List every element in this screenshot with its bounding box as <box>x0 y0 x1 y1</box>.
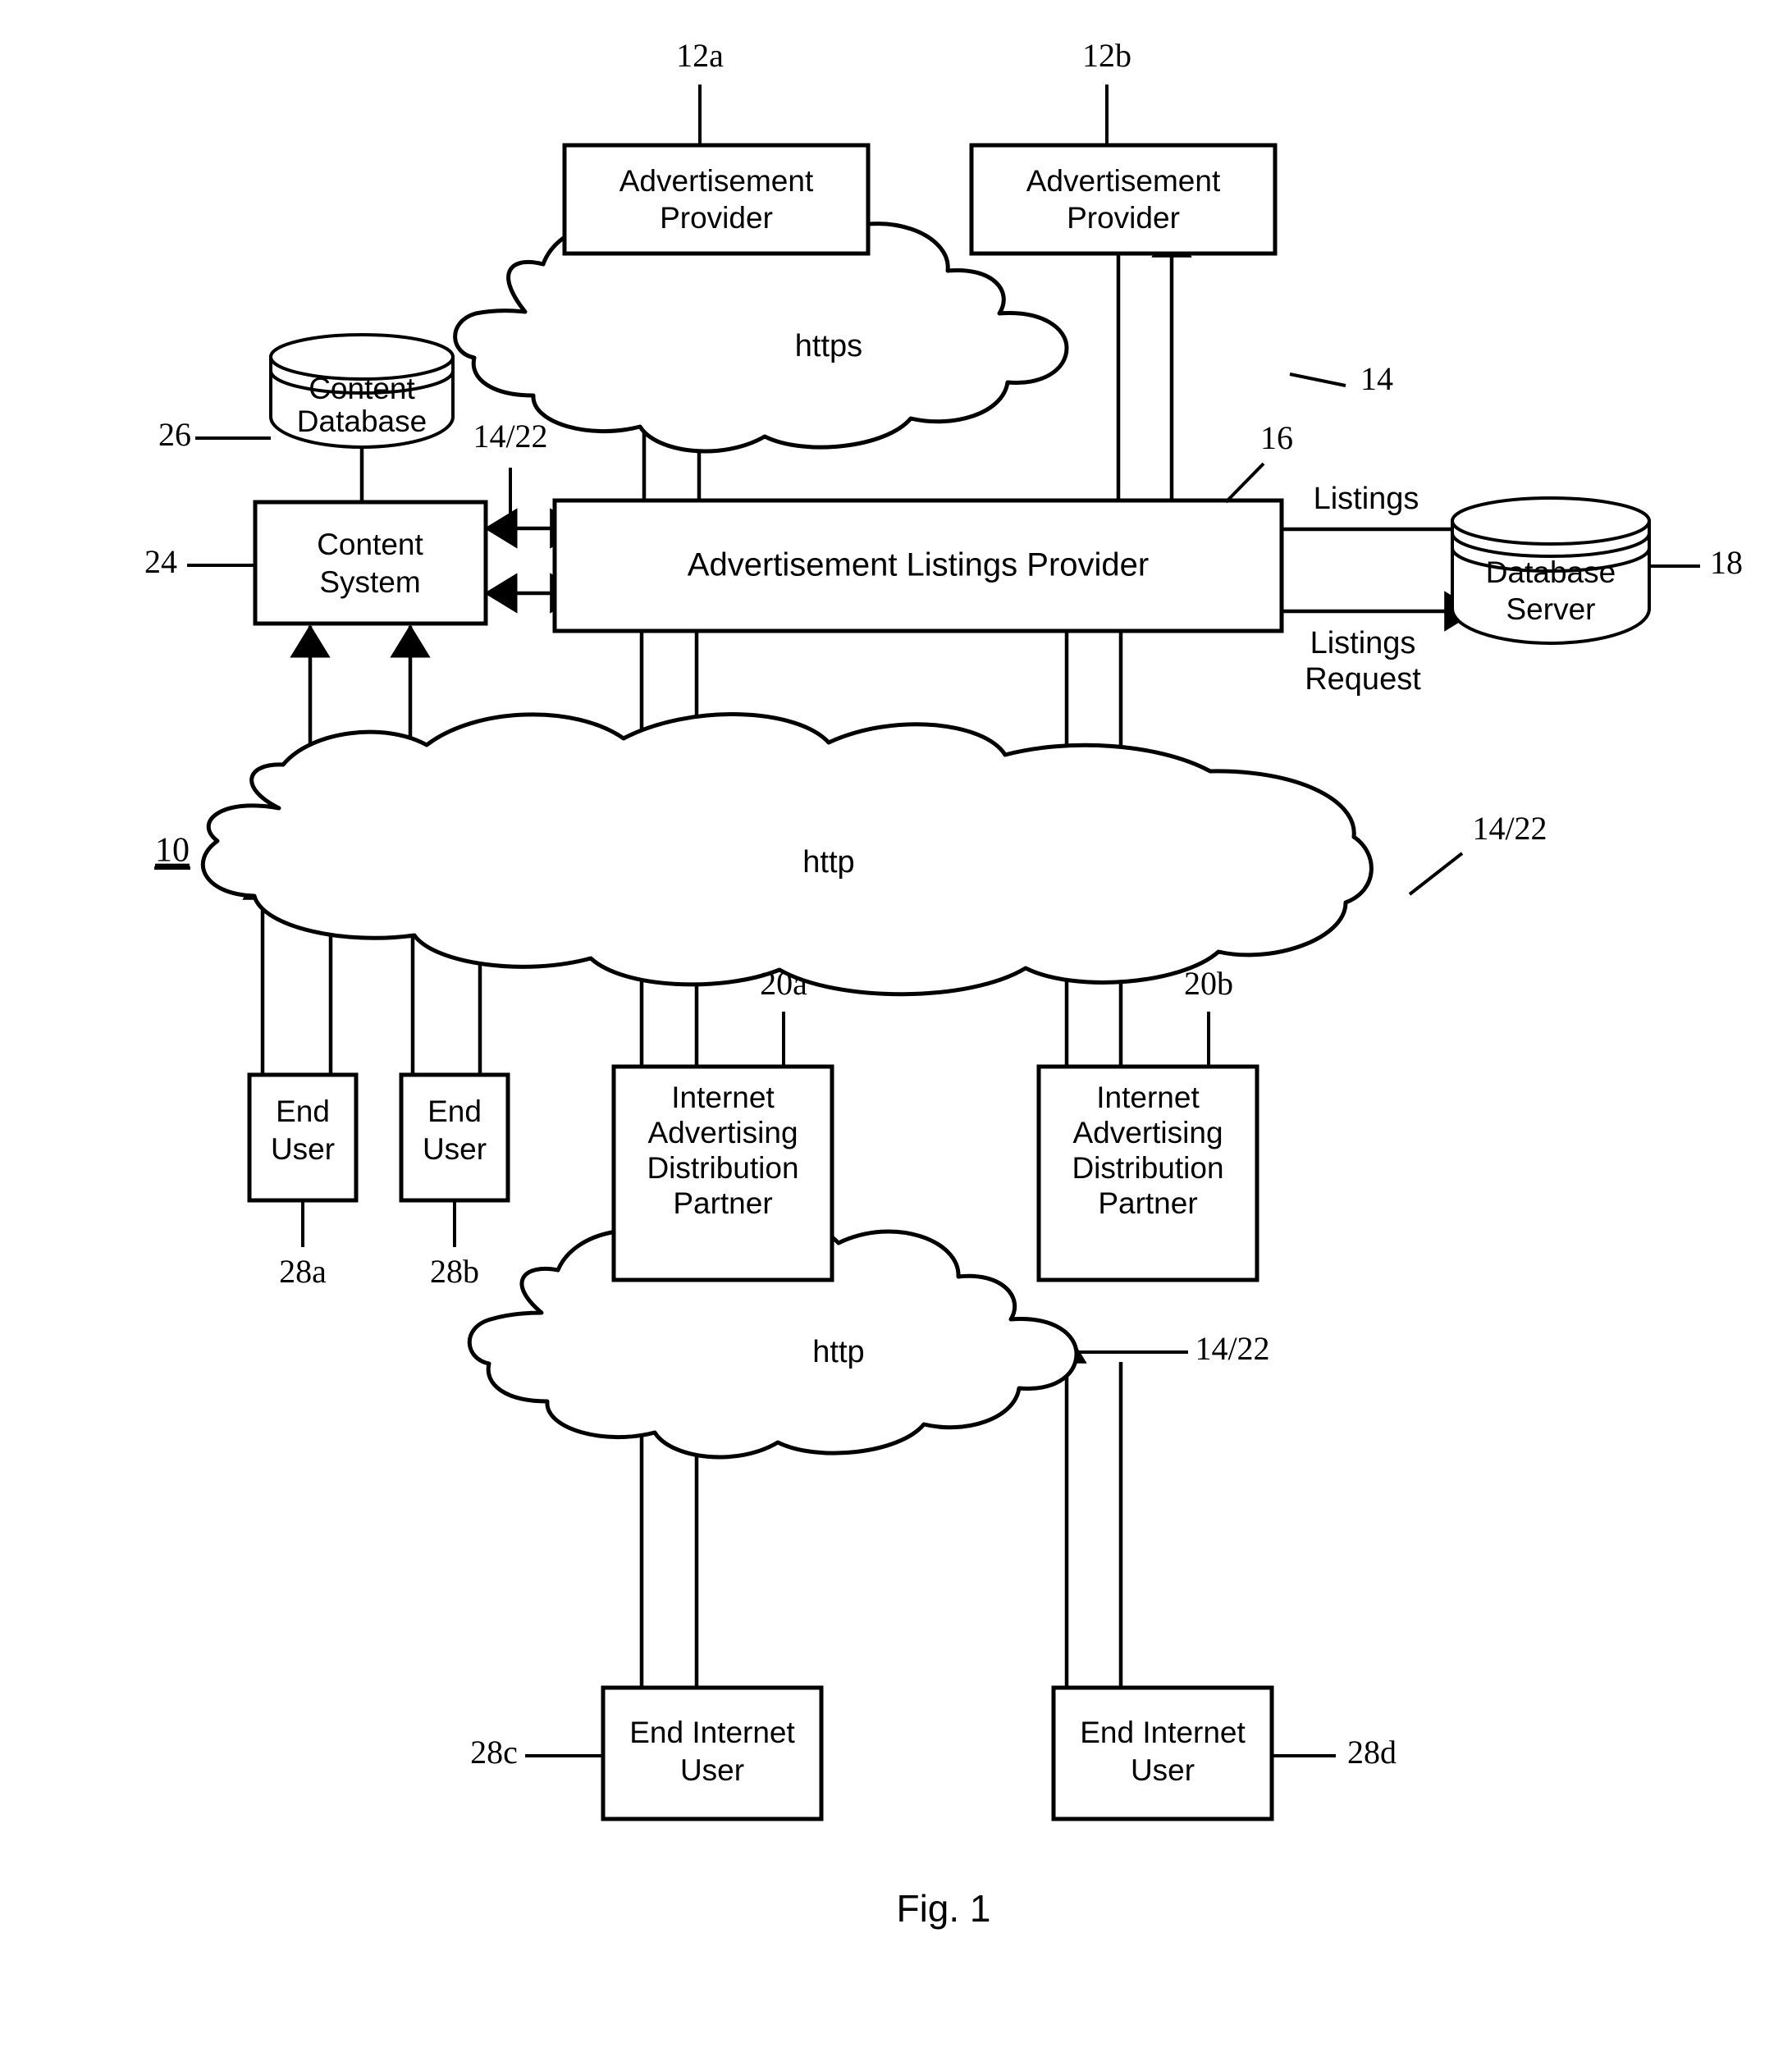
end-internet-user-c-label-line2: User <box>680 1753 744 1787</box>
database-server-label-line1: Database <box>1486 555 1616 589</box>
ref-20b: 20b <box>1184 965 1233 1067</box>
svg-text:28b: 28b <box>430 1253 479 1290</box>
svg-text:Listings: Listings <box>1310 626 1416 660</box>
ad-provider-a-label-line2: Provider <box>660 201 773 235</box>
network-cloud-http-middle: http <box>200 712 1374 997</box>
node-advertisement-listings-provider: Advertisement Listings Provider <box>552 498 1284 633</box>
edge-iadp-b-to-endinternetuser-d <box>1046 1330 1141 1720</box>
svg-text:Fig. 1: Fig. 1 <box>896 1887 990 1930</box>
svg-text:28d: 28d <box>1347 1734 1397 1771</box>
svg-text:12a: 12a <box>676 37 724 74</box>
iadp-b-label-line3: Distribution <box>1072 1151 1223 1185</box>
svg-text:20a: 20a <box>760 965 807 1002</box>
node-end-internet-user-d: End Internet User <box>1051 1685 1274 1821</box>
end-internet-user-d-label-line1: End Internet <box>1080 1716 1246 1749</box>
edge-alp-to-dbserver <box>1250 509 1478 632</box>
ref-10-system: 10 <box>154 832 190 870</box>
end-internet-user-c-label-line1: End Internet <box>629 1716 795 1749</box>
ref-12a: 12a <box>676 37 724 145</box>
svg-text:14: 14 <box>1360 360 1393 397</box>
ref-26: 26 <box>158 416 271 453</box>
iadp-a-label-line3: Distribution <box>647 1151 798 1185</box>
content-database-label-line1: Content <box>309 372 415 405</box>
patent-figure-1: https http http Content Database Databas… <box>0 0 1792 2061</box>
ref-24: 24 <box>144 543 255 580</box>
svg-text:12b: 12b <box>1082 37 1131 74</box>
node-iadp-b: Internet Advertising Distribution Partne… <box>1036 1064 1259 1282</box>
end-user-b-label-line1: End <box>427 1094 482 1128</box>
node-advertisement-provider-a: Advertisement Provider <box>562 143 871 256</box>
database-server-label-line2: Server <box>1506 592 1596 626</box>
svg-text:Request: Request <box>1305 662 1421 697</box>
iadp-b-label-line4: Partner <box>1098 1186 1197 1220</box>
ref-28a: 28a <box>279 1202 327 1290</box>
ref-16: 16 <box>1224 419 1293 504</box>
network-architecture-diagram: https http http Content Database Databas… <box>144 37 1743 1930</box>
edge-adprovider-b-to-https <box>1098 224 1192 537</box>
end-user-a-label-line1: End <box>276 1094 330 1128</box>
edge-contentsystem-to-alp <box>484 468 583 614</box>
iadp-b-label-line2: Advertising <box>1072 1116 1223 1149</box>
svg-text:14/22: 14/22 <box>1195 1330 1269 1367</box>
http-cloud-bottom-label: http <box>812 1335 864 1369</box>
ref-14-22-http-bottom: 14/22 <box>1079 1330 1270 1367</box>
end-internet-user-d-label-line2: User <box>1131 1753 1195 1787</box>
node-end-user-a: End User <box>247 1072 359 1203</box>
ad-listings-provider-label: Advertisement Listings Provider <box>688 547 1149 583</box>
node-advertisement-provider-b: Advertisement Provider <box>969 143 1278 256</box>
figure-caption: Fig. 1 <box>896 1887 990 1930</box>
node-content-system: Content System <box>253 500 488 626</box>
ref-12b: 12b <box>1082 37 1131 145</box>
end-user-b-label-line2: User <box>423 1132 487 1166</box>
ref-28c: 28c <box>470 1734 603 1771</box>
svg-text:Listings: Listings <box>1314 482 1419 516</box>
svg-text:14/22: 14/22 <box>1472 810 1547 847</box>
ad-provider-b-label-line1: Advertisement <box>1026 164 1221 198</box>
ref-18: 18 <box>1651 544 1743 581</box>
ref-28d: 28d <box>1273 1734 1397 1771</box>
svg-text:14/22: 14/22 <box>473 418 547 455</box>
https-cloud-label: https <box>795 329 862 363</box>
svg-text:16: 16 <box>1260 419 1293 456</box>
end-user-a-label-line2: User <box>271 1132 335 1166</box>
node-end-user-b: End User <box>399 1072 510 1203</box>
ad-provider-b-label-line2: Provider <box>1067 201 1180 235</box>
node-iadp-a: Internet Advertising Distribution Partne… <box>611 1064 834 1282</box>
content-system-label-line2: System <box>319 565 420 599</box>
node-end-internet-user-c: End Internet User <box>601 1685 824 1821</box>
iadp-a-label-line2: Advertising <box>647 1116 798 1149</box>
svg-text:20b: 20b <box>1184 965 1233 1002</box>
ref-14-22-content-link: 14/22 <box>473 418 547 455</box>
svg-text:10: 10 <box>155 832 190 870</box>
ref-14-22-http-middle: 14/22 <box>1408 810 1547 896</box>
node-database-server: Database Server <box>1451 496 1651 645</box>
iadp-a-label-line1: Internet <box>671 1081 775 1114</box>
svg-text:24: 24 <box>144 543 177 580</box>
content-system-label-line1: Content <box>317 528 423 561</box>
ref-20a: 20a <box>760 965 807 1067</box>
edge-label-listings: Listings <box>1314 482 1419 516</box>
svg-text:18: 18 <box>1710 544 1743 581</box>
svg-text:26: 26 <box>158 416 191 453</box>
iadp-b-label-line1: Internet <box>1096 1081 1200 1114</box>
edge-label-listings-request: Listings Request <box>1305 626 1421 697</box>
svg-text:28a: 28a <box>279 1253 327 1290</box>
ad-provider-a-label-line1: Advertisement <box>619 164 814 198</box>
svg-text:28c: 28c <box>470 1734 518 1771</box>
iadp-a-label-line4: Partner <box>673 1186 772 1220</box>
http-cloud-middle-label: http <box>802 845 854 880</box>
node-content-database: Content Database <box>269 333 455 449</box>
ref-28b: 28b <box>430 1202 479 1290</box>
ref-14: 14 <box>1289 360 1393 397</box>
content-database-label-line2: Database <box>297 404 427 438</box>
